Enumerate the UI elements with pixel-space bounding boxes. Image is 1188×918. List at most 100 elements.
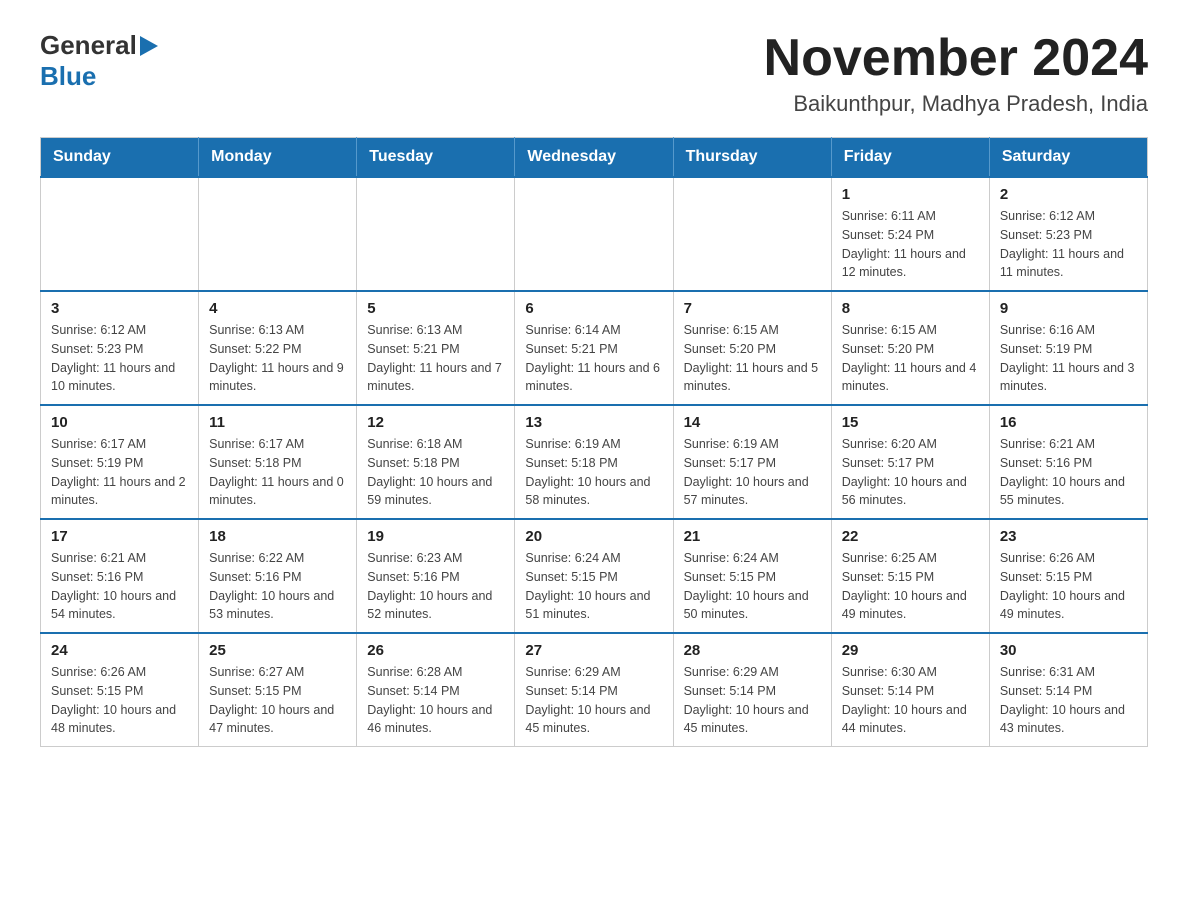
calendar-day-cell: 24 Sunrise: 6:26 AMSunset: 5:15 PMDayligh… [41,633,199,747]
day-number: 29 [842,642,979,659]
day-number: 22 [842,528,979,545]
day-info: Sunrise: 6:28 AMSunset: 5:14 PMDaylight:… [367,663,504,738]
day-info: Sunrise: 6:19 AMSunset: 5:18 PMDaylight:… [525,435,662,510]
day-number: 24 [51,642,188,659]
day-info: Sunrise: 6:27 AMSunset: 5:15 PMDaylight:… [209,663,346,738]
day-info: Sunrise: 6:17 AMSunset: 5:19 PMDaylight:… [51,435,188,510]
day-info: Sunrise: 6:14 AMSunset: 5:21 PMDaylight:… [525,321,662,396]
day-info: Sunrise: 6:21 AMSunset: 5:16 PMDaylight:… [1000,435,1137,510]
day-number: 6 [525,300,662,317]
calendar-day-cell: 22 Sunrise: 6:25 AMSunset: 5:15 PMDayligh… [831,519,989,633]
calendar-day-cell: 27 Sunrise: 6:29 AMSunset: 5:14 PMDayligh… [515,633,673,747]
title-area: November 2024 Baikunthpur, Madhya Prades… [764,30,1148,117]
day-number: 12 [367,414,504,431]
day-info: Sunrise: 6:19 AMSunset: 5:17 PMDaylight:… [684,435,821,510]
day-of-week-header: Tuesday [357,138,515,178]
calendar-day-cell: 14 Sunrise: 6:19 AMSunset: 5:17 PMDayligh… [673,405,831,519]
day-of-week-header: Thursday [673,138,831,178]
logo-blue-text: Blue [40,61,96,92]
day-of-week-header: Sunday [41,138,199,178]
day-of-week-header: Wednesday [515,138,673,178]
day-info: Sunrise: 6:15 AMSunset: 5:20 PMDaylight:… [842,321,979,396]
day-info: Sunrise: 6:16 AMSunset: 5:19 PMDaylight:… [1000,321,1137,396]
calendar-day-cell: 7Sunrise: 6:15 AMSunset: 5:20 PMDaylight… [673,291,831,405]
day-number: 28 [684,642,821,659]
day-number: 25 [209,642,346,659]
day-number: 20 [525,528,662,545]
day-info: Sunrise: 6:13 AMSunset: 5:22 PMDaylight:… [209,321,346,396]
day-info: Sunrise: 6:26 AMSunset: 5:15 PMDaylight:… [51,663,188,738]
calendar-day-cell [357,177,515,291]
calendar-day-cell: 6 Sunrise: 6:14 AMSunset: 5:21 PMDaylight… [515,291,673,405]
calendar-day-cell: 1 Sunrise: 6:11 AMSunset: 5:24 PMDaylight… [831,177,989,291]
day-of-week-header: Saturday [989,138,1147,178]
calendar-day-cell: 28Sunrise: 6:29 AMSunset: 5:14 PMDayligh… [673,633,831,747]
calendar-day-cell: 10 Sunrise: 6:17 AMSunset: 5:19 PMDayligh… [41,405,199,519]
calendar-day-cell: 17Sunrise: 6:21 AMSunset: 5:16 PMDayligh… [41,519,199,633]
day-info: Sunrise: 6:24 AMSunset: 5:15 PMDaylight:… [684,549,821,624]
day-number: 16 [1000,414,1137,431]
day-of-week-header: Monday [199,138,357,178]
calendar-day-cell: 13 Sunrise: 6:19 AMSunset: 5:18 PMDayligh… [515,405,673,519]
day-info: Sunrise: 6:20 AMSunset: 5:17 PMDaylight:… [842,435,979,510]
day-info: Sunrise: 6:29 AMSunset: 5:14 PMDaylight:… [525,663,662,738]
logo: General [40,30,158,61]
calendar-body: 1 Sunrise: 6:11 AMSunset: 5:24 PMDaylight… [41,177,1148,747]
day-info: Sunrise: 6:11 AMSunset: 5:24 PMDaylight:… [842,207,979,282]
calendar-header: SundayMondayTuesdayWednesdayThursdayFrid… [41,138,1148,178]
day-number: 10 [51,414,188,431]
logo-blue-row: Blue [40,61,96,92]
calendar-day-cell: 8 Sunrise: 6:15 AMSunset: 5:20 PMDaylight… [831,291,989,405]
day-number: 5 [367,300,504,317]
calendar-day-cell: 25 Sunrise: 6:27 AMSunset: 5:15 PMDayligh… [199,633,357,747]
calendar-day-cell [41,177,199,291]
calendar-day-cell: 4 Sunrise: 6:13 AMSunset: 5:22 PMDaylight… [199,291,357,405]
day-info: Sunrise: 6:26 AMSunset: 5:15 PMDaylight:… [1000,549,1137,624]
day-info: Sunrise: 6:31 AMSunset: 5:14 PMDaylight:… [1000,663,1137,738]
calendar-week-row: 10 Sunrise: 6:17 AMSunset: 5:19 PMDayligh… [41,405,1148,519]
calendar-table: SundayMondayTuesdayWednesdayThursdayFrid… [40,137,1148,747]
day-number: 8 [842,300,979,317]
calendar-week-row: 17Sunrise: 6:21 AMSunset: 5:16 PMDayligh… [41,519,1148,633]
calendar-day-cell: 18Sunrise: 6:22 AMSunset: 5:16 PMDayligh… [199,519,357,633]
day-number: 26 [367,642,504,659]
location-title: Baikunthpur, Madhya Pradesh, India [764,91,1148,117]
logo-area: General Blue [40,30,158,92]
calendar-day-cell: 19Sunrise: 6:23 AMSunset: 5:16 PMDayligh… [357,519,515,633]
calendar-day-cell: 11 Sunrise: 6:17 AMSunset: 5:18 PMDayligh… [199,405,357,519]
calendar-day-cell: 3Sunrise: 6:12 AMSunset: 5:23 PMDaylight… [41,291,199,405]
calendar-day-cell: 5Sunrise: 6:13 AMSunset: 5:21 PMDaylight… [357,291,515,405]
day-number: 2 [1000,186,1137,203]
calendar-day-cell: 15 Sunrise: 6:20 AMSunset: 5:17 PMDayligh… [831,405,989,519]
calendar-week-row: 1 Sunrise: 6:11 AMSunset: 5:24 PMDaylight… [41,177,1148,291]
day-number: 27 [525,642,662,659]
calendar-day-cell [515,177,673,291]
calendar-day-cell: 29 Sunrise: 6:30 AMSunset: 5:14 PMDayligh… [831,633,989,747]
day-info: Sunrise: 6:17 AMSunset: 5:18 PMDaylight:… [209,435,346,510]
calendar-day-cell: 9Sunrise: 6:16 AMSunset: 5:19 PMDaylight… [989,291,1147,405]
day-info: Sunrise: 6:24 AMSunset: 5:15 PMDaylight:… [525,549,662,624]
day-number: 21 [684,528,821,545]
day-number: 7 [684,300,821,317]
day-info: Sunrise: 6:25 AMSunset: 5:15 PMDaylight:… [842,549,979,624]
calendar-day-cell [199,177,357,291]
day-number: 15 [842,414,979,431]
day-number: 18 [209,528,346,545]
calendar-day-cell: 12Sunrise: 6:18 AMSunset: 5:18 PMDayligh… [357,405,515,519]
calendar-day-cell: 2 Sunrise: 6:12 AMSunset: 5:23 PMDaylight… [989,177,1147,291]
day-info: Sunrise: 6:23 AMSunset: 5:16 PMDaylight:… [367,549,504,624]
day-info: Sunrise: 6:21 AMSunset: 5:16 PMDaylight:… [51,549,188,624]
calendar-day-cell: 26 Sunrise: 6:28 AMSunset: 5:14 PMDayligh… [357,633,515,747]
day-number: 14 [684,414,821,431]
day-number: 3 [51,300,188,317]
calendar-week-row: 3Sunrise: 6:12 AMSunset: 5:23 PMDaylight… [41,291,1148,405]
calendar-day-cell [673,177,831,291]
month-title: November 2024 [764,30,1148,87]
day-number: 1 [842,186,979,203]
day-info: Sunrise: 6:30 AMSunset: 5:14 PMDaylight:… [842,663,979,738]
day-number: 11 [209,414,346,431]
day-number: 4 [209,300,346,317]
day-info: Sunrise: 6:12 AMSunset: 5:23 PMDaylight:… [1000,207,1137,282]
day-number: 13 [525,414,662,431]
day-number: 23 [1000,528,1137,545]
